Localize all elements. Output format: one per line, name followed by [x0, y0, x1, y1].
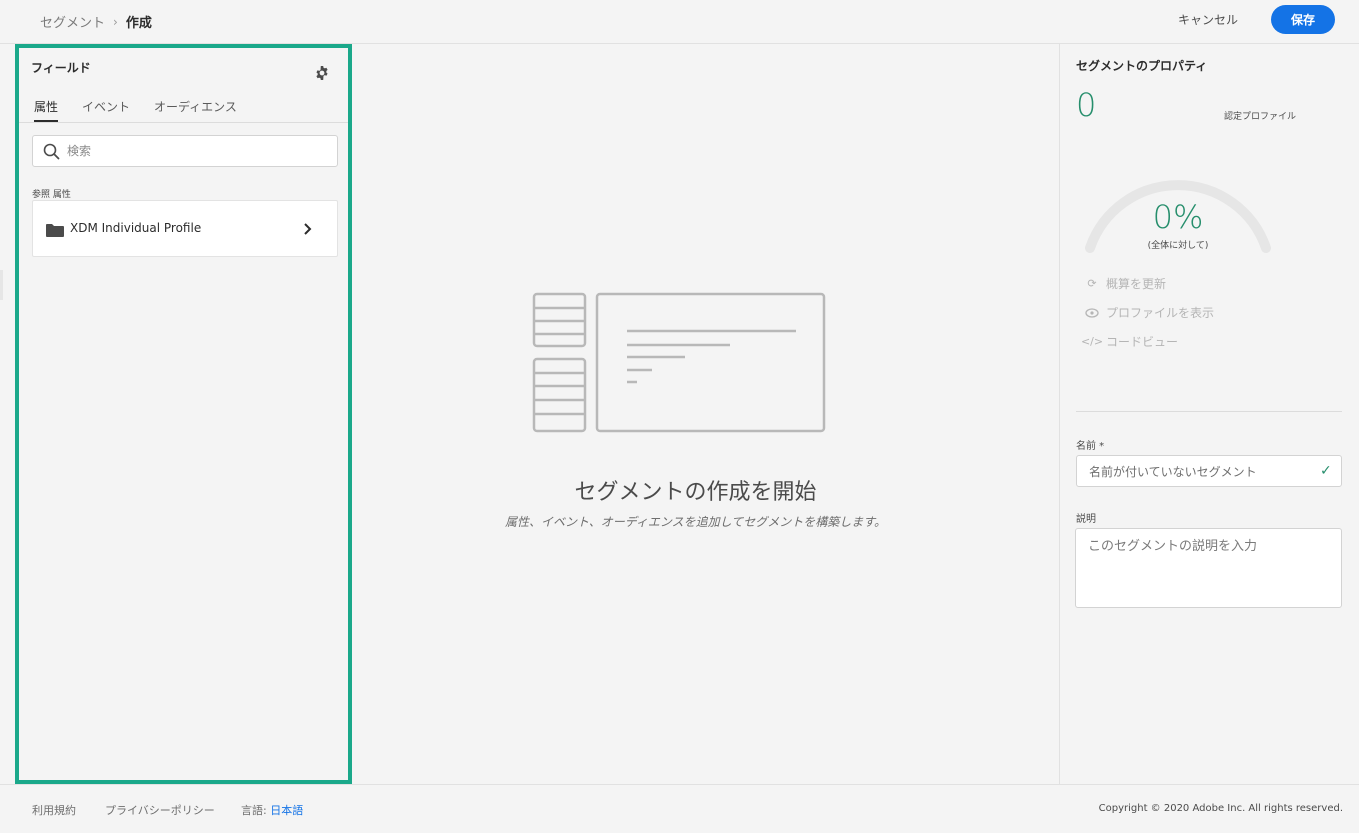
cancel-button[interactable]: キャンセル [1178, 11, 1238, 28]
terms-link[interactable]: 利用規約 [32, 802, 76, 818]
tab-audiences[interactable]: オーディエンス [154, 98, 237, 120]
description-field-label: 説明 [1076, 514, 1096, 525]
gear-icon[interactable] [314, 65, 330, 81]
view-profiles-label: プロファイルを表示 [1106, 306, 1215, 320]
properties-title: セグメントのプロパティ [1076, 59, 1208, 73]
segment-canvas[interactable]: セグメントの作成を開始 属性、イベント、オーディエンスを追加してセグメントを構築… [352, 44, 1059, 784]
percent-value: 0% [1152, 198, 1204, 236]
refresh-estimate-label: 概算を更新 [1106, 277, 1167, 291]
language-selector: 言語: 日本語 [241, 802, 303, 818]
qualified-profile-count: 0 [1076, 86, 1097, 124]
fields-panel: フィールド 属性 イベント オーディエンス 参照 属性 XDM Individu… [15, 44, 352, 784]
qualified-profile-label: 認定プロファイル [1224, 112, 1297, 122]
language-link[interactable]: 日本語 [270, 804, 303, 817]
search-input[interactable] [67, 141, 327, 161]
list-item-label: XDM Individual Profile [70, 221, 202, 235]
name-field: ✓ [1076, 455, 1342, 487]
copyright-text: Copyright © 2020 Adobe Inc. All rights r… [1098, 803, 1343, 814]
left-edge-mark [0, 270, 3, 300]
breadcrumb: セグメント › 作成 [40, 12, 152, 32]
percent-label: (全体に対して) [1147, 241, 1209, 251]
segment-properties-panel: セグメントのプロパティ 0 認定プロファイル 0% (全体に対して) ⟳ 概算を… [1059, 44, 1359, 784]
canvas-subtitle: 属性、イベント、オーディエンスを追加してセグメントを構築します。 [504, 515, 887, 529]
refresh-estimate-link[interactable]: ⟳ 概算を更新 [1084, 275, 1166, 292]
tab-events[interactable]: イベント [82, 98, 130, 120]
empty-canvas-illustration [532, 292, 826, 433]
language-label: 言語: [241, 804, 267, 817]
refresh-icon: ⟳ [1087, 277, 1097, 290]
chevron-right-icon [304, 223, 312, 235]
search-box [32, 135, 338, 167]
code-icon: </> [1080, 335, 1104, 348]
list-item-xdm-individual-profile[interactable]: XDM Individual Profile [32, 200, 338, 257]
privacy-link[interactable]: プライバシーポリシー [105, 802, 215, 818]
code-view-label: コードビュー [1106, 335, 1179, 349]
breadcrumb-segments-link[interactable]: セグメント [40, 12, 105, 31]
breadcrumb-current: 作成 [125, 16, 152, 31]
folder-icon [46, 224, 64, 237]
save-button[interactable]: 保存 [1271, 5, 1335, 34]
canvas-title: セグメントの作成を開始 [574, 480, 817, 505]
name-input[interactable] [1089, 462, 1309, 482]
checkmark-icon: ✓ [1320, 463, 1332, 479]
description-input[interactable] [1075, 528, 1342, 608]
search-icon [43, 143, 60, 160]
section-label: 参照 属性 [32, 190, 71, 200]
breadcrumb-separator-icon: › [113, 14, 118, 29]
properties-divider [1076, 411, 1342, 412]
eye-icon [1084, 306, 1100, 320]
name-field-label: 名前 * [1076, 441, 1105, 452]
top-bar: セグメント › 作成 キャンセル 保存 [0, 0, 1359, 44]
view-profiles-link[interactable]: プロファイルを表示 [1084, 304, 1214, 321]
fields-tabs: 属性 イベント オーディエンス [19, 95, 348, 123]
code-view-link[interactable]: </> コードビュー [1080, 333, 1179, 350]
fields-panel-title: フィールド [31, 61, 91, 75]
footer: 利用規約 プライバシーポリシー 言語: 日本語 Copyright © 2020… [0, 784, 1359, 833]
tab-attributes[interactable]: 属性 [34, 98, 59, 122]
